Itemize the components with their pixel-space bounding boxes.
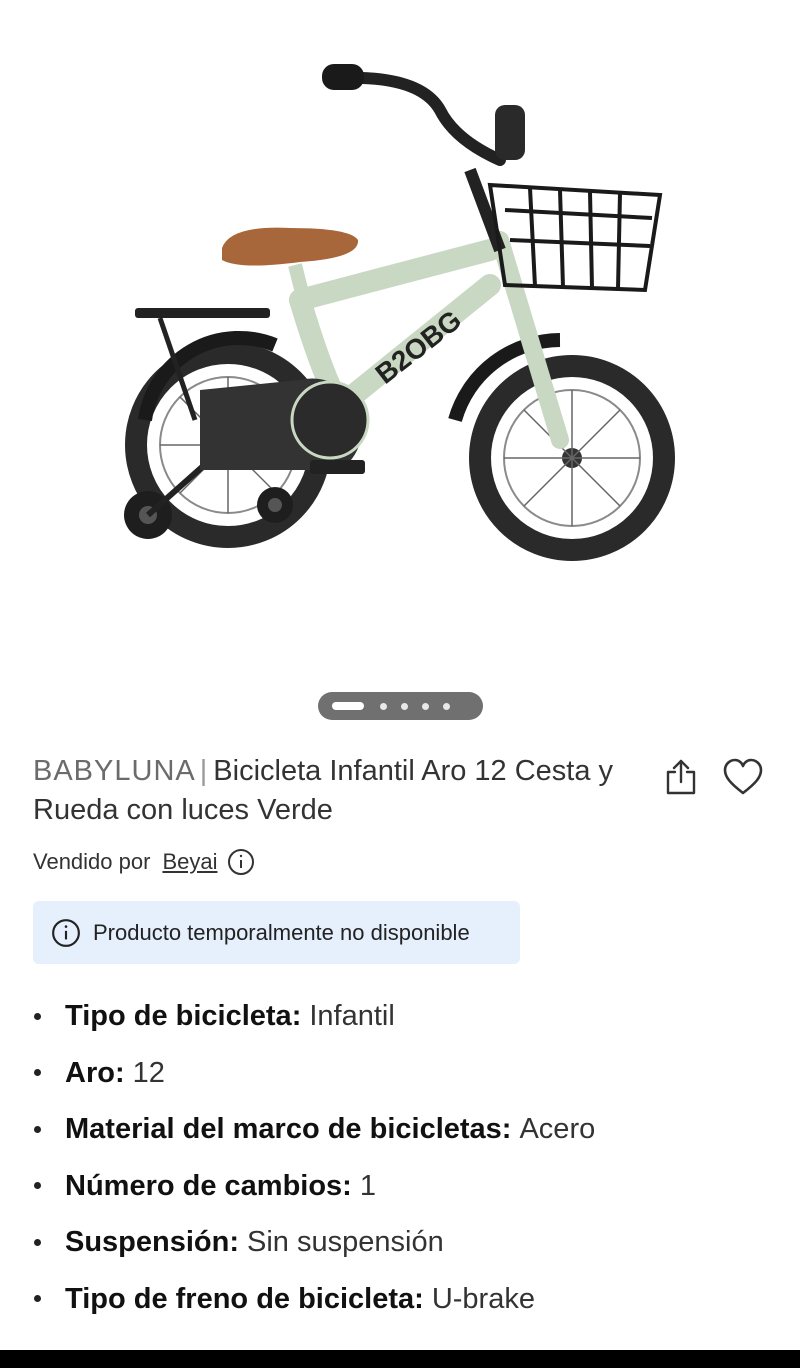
seller-prefix: Vendido por [33, 849, 151, 874]
spec-value: Infantil [309, 1000, 395, 1033]
brand-name[interactable]: BABYLUNA [33, 755, 196, 787]
carousel-dot[interactable] [422, 702, 429, 710]
spec-label: Aro: [65, 1056, 125, 1089]
spec-item: Suspensión: Sin suspensión [32, 1214, 595, 1271]
title-separator: | [199, 755, 208, 787]
bullet [34, 1069, 41, 1077]
spec-value: Acero [519, 1113, 596, 1146]
spec-value: 1 [359, 1169, 376, 1202]
spec-item: Número de cambios: 1 [32, 1158, 595, 1215]
spec-label: Suspensión: [65, 1226, 240, 1259]
product-image-gallery[interactable]: B2OBG [0, 0, 800, 680]
bicycle-image: B2OBG [124, 64, 675, 561]
spec-item: Material del marco de bicicletas: Acero [32, 1101, 595, 1158]
bullet [34, 1295, 41, 1303]
info-icon[interactable] [227, 848, 255, 876]
carousel-dot[interactable] [443, 702, 450, 710]
carousel-dot[interactable] [380, 702, 387, 710]
bullet [34, 1238, 41, 1246]
spec-item: Tipo de freno de bicicleta: U-brake [32, 1271, 595, 1328]
spec-item: Aro: 12 [32, 1045, 595, 1102]
spec-label: Tipo de freno de bicicleta: [65, 1282, 424, 1315]
spec-label: Material del marco de bicicletas: [65, 1113, 512, 1146]
spec-value: 12 [132, 1056, 165, 1089]
share-icon[interactable] [660, 756, 702, 798]
notice-text: Producto temporalmente no disponible [93, 919, 470, 945]
info-icon [51, 918, 81, 948]
carousel-dot-active[interactable] [332, 702, 364, 710]
bullet [34, 1012, 41, 1020]
spec-label: Número de cambios: [65, 1169, 352, 1202]
seller-info: Vendido por Beyai [33, 848, 255, 876]
bullet [34, 1182, 41, 1190]
bullet [34, 1125, 41, 1133]
availability-notice: Producto temporalmente no disponible [33, 901, 520, 964]
seller-link[interactable]: Beyai [162, 849, 217, 875]
product-actions [660, 756, 764, 798]
image-carousel-indicator[interactable] [318, 692, 483, 720]
heart-icon[interactable] [722, 756, 764, 798]
svg-text:B2OBG: B2OBG [370, 304, 468, 390]
spec-value: Sin suspensión [247, 1226, 444, 1259]
spec-value: U-brake [431, 1282, 535, 1315]
system-navigation-bar [0, 1350, 800, 1368]
product-title: BABYLUNA | Bicicleta Infantil Aro 12 Cesta… [33, 752, 633, 830]
spec-item: Tipo de bicicleta: Infantil [32, 988, 595, 1045]
spec-label: Tipo de bicicleta: [65, 1000, 302, 1033]
spec-list: Tipo de bicicleta: Infantil Aro: 12 Materi… [32, 988, 595, 1327]
carousel-dot[interactable] [401, 702, 408, 710]
